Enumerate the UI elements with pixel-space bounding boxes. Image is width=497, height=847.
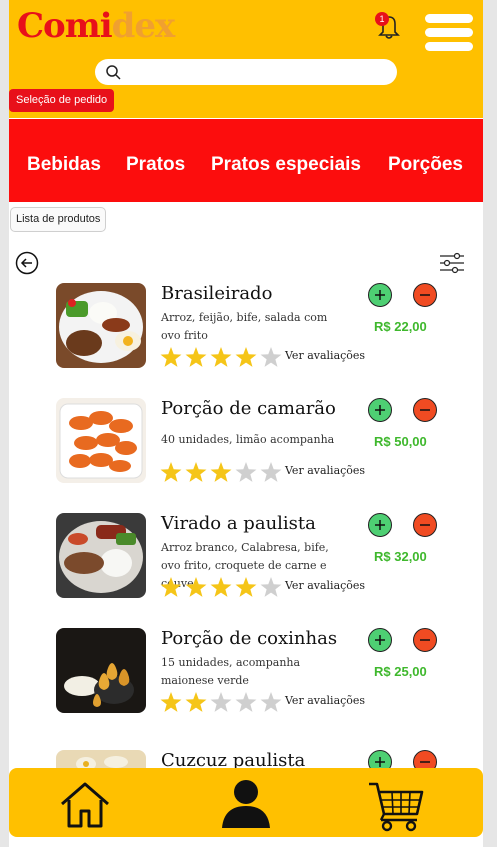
order-selection-tag: Seleção de pedido xyxy=(9,89,115,112)
add-button[interactable] xyxy=(368,283,392,307)
minus-icon xyxy=(420,639,430,641)
cart-icon[interactable] xyxy=(367,780,425,832)
category-bar: Bebidas Pratos Pratos especiais Porções xyxy=(9,119,483,202)
product-description: 40 unidades, limão acompanha xyxy=(161,433,335,446)
product-name: Virado a paulista xyxy=(161,513,316,534)
plus-icon xyxy=(375,405,385,415)
rating-stars xyxy=(160,692,282,712)
star-filled-icon xyxy=(235,347,257,367)
product-price: R$ 50,00 xyxy=(374,434,427,449)
product-price: R$ 22,00 xyxy=(374,319,427,334)
notification-badge: 1 xyxy=(375,12,389,26)
product-item: Porção de coxinhas 15 unidades, acompanh… xyxy=(56,628,456,716)
app-frame: Comidex 1 Seleção de pedido Bebidas Prat… xyxy=(9,0,483,847)
product-item: Brasileirado Arroz, feijão, bife, salada… xyxy=(56,283,456,371)
back-arrow-icon[interactable] xyxy=(15,251,39,275)
star-filled-icon xyxy=(160,462,182,482)
hamburger-menu-icon[interactable] xyxy=(425,14,473,52)
category-pratos[interactable]: Pratos xyxy=(126,154,185,176)
product-name: Porção de coxinhas xyxy=(161,628,338,649)
product-description: 15 unidades, acompanha maionese verde xyxy=(161,656,301,687)
product-list-tag: Lista de produtos xyxy=(10,207,107,232)
star-filled-icon xyxy=(235,577,257,597)
brasileirado-photo xyxy=(56,283,146,368)
bottom-navigation xyxy=(9,768,483,837)
plus-icon xyxy=(375,290,385,300)
star-empty-icon xyxy=(235,692,257,712)
product-name: Porção de camarão xyxy=(161,398,336,419)
logo-part-2: dex xyxy=(111,6,176,46)
star-filled-icon xyxy=(185,347,207,367)
product-item: Porção de camarão 40 unidades, limão aco… xyxy=(56,398,456,486)
star-filled-icon xyxy=(210,577,232,597)
minus-icon xyxy=(420,294,430,296)
porcao-camarao-photo xyxy=(56,398,146,483)
category-bebidas[interactable]: Bebidas xyxy=(27,154,101,176)
category-pratos-especiais[interactable]: Pratos especiais xyxy=(211,154,361,176)
profile-icon[interactable] xyxy=(220,778,272,830)
star-filled-icon xyxy=(160,692,182,712)
filter-sliders-icon[interactable] xyxy=(438,252,466,274)
product-name: Brasileirado xyxy=(161,283,273,304)
star-filled-icon xyxy=(210,462,232,482)
star-filled-icon xyxy=(210,347,232,367)
search-input[interactable] xyxy=(127,62,391,84)
product-description: Arroz, feijão, bife, salada com ovo frit… xyxy=(161,311,328,342)
star-filled-icon xyxy=(160,347,182,367)
rating-stars xyxy=(160,347,282,367)
rating-stars xyxy=(160,577,282,597)
remove-button[interactable] xyxy=(413,513,437,537)
rating-stars xyxy=(160,462,282,482)
add-button[interactable] xyxy=(368,628,392,652)
virado-paulista-photo xyxy=(56,513,146,598)
star-empty-icon xyxy=(260,347,282,367)
minus-icon xyxy=(420,524,430,526)
home-icon[interactable] xyxy=(59,780,111,830)
minus-icon xyxy=(420,409,430,411)
star-empty-icon xyxy=(260,692,282,712)
star-filled-icon xyxy=(185,577,207,597)
star-filled-icon xyxy=(185,462,207,482)
search-icon xyxy=(106,65,121,80)
star-empty-icon xyxy=(260,577,282,597)
star-filled-icon xyxy=(185,692,207,712)
porcao-coxinhas-photo xyxy=(56,628,146,713)
product-price: R$ 32,00 xyxy=(374,549,427,564)
remove-button[interactable] xyxy=(413,398,437,422)
view-reviews-link[interactable]: Ver avaliações xyxy=(285,464,365,477)
notification-bell-icon[interactable]: 1 xyxy=(375,10,403,40)
add-button[interactable] xyxy=(368,398,392,422)
search-bar[interactable] xyxy=(95,59,397,85)
header: Comidex 1 Seleção de pedido xyxy=(9,0,483,118)
star-empty-icon xyxy=(235,462,257,482)
product-price: R$ 25,00 xyxy=(374,664,427,679)
product-item: Virado a paulista Arroz branco, Calabres… xyxy=(56,513,456,601)
view-reviews-link[interactable]: Ver avaliações xyxy=(285,579,365,592)
logo-part-1: Comi xyxy=(17,6,113,46)
plus-icon xyxy=(375,520,385,530)
add-button[interactable] xyxy=(368,513,392,537)
remove-button[interactable] xyxy=(413,283,437,307)
logo: Comidex xyxy=(17,6,176,46)
star-empty-icon xyxy=(260,462,282,482)
star-empty-icon xyxy=(210,692,232,712)
star-filled-icon xyxy=(160,577,182,597)
plus-icon xyxy=(375,635,385,645)
view-reviews-link[interactable]: Ver avaliações xyxy=(285,349,365,362)
category-porcoes[interactable]: Porções xyxy=(388,154,463,176)
view-reviews-link[interactable]: Ver avaliações xyxy=(285,694,365,707)
remove-button[interactable] xyxy=(413,628,437,652)
